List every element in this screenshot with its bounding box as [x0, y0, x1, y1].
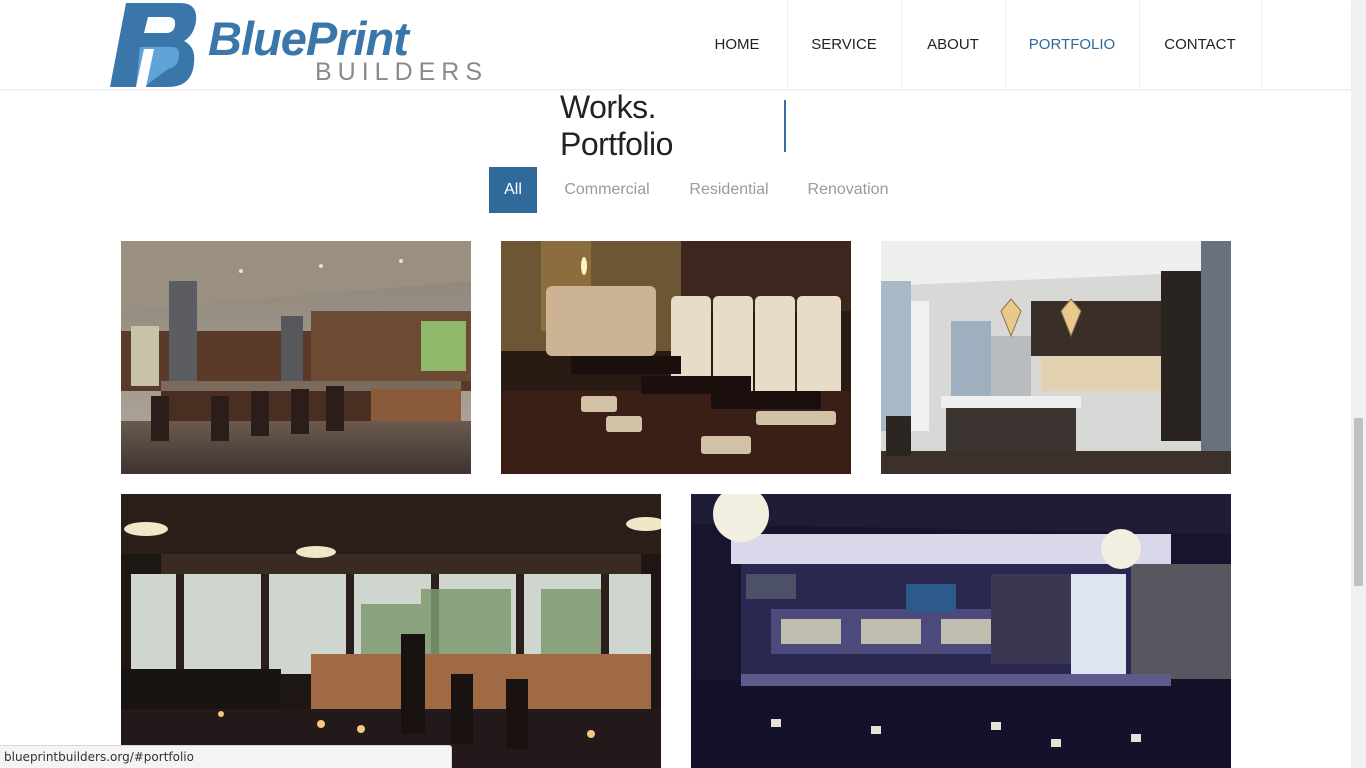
nav-portfolio[interactable]: PORTFOLIO: [1005, 0, 1140, 89]
filter-commercial[interactable]: Commercial: [556, 167, 658, 213]
filter-residential[interactable]: Residential: [683, 167, 775, 213]
scrollbar-thumb[interactable]: [1354, 418, 1363, 586]
nav-home[interactable]: HOME: [687, 0, 788, 89]
portfolio-tile-modern-kitchen[interactable]: [881, 241, 1231, 474]
filter-renovation[interactable]: Renovation: [800, 167, 896, 213]
portfolio-tile-kitchen[interactable]: [121, 241, 471, 474]
nav-contact[interactable]: CONTACT: [1139, 0, 1262, 89]
page-scrollbar[interactable]: [1351, 0, 1366, 768]
nav-about[interactable]: ABOUT: [901, 0, 1006, 89]
booths-photo-image: [501, 241, 851, 474]
kitchen-photo-image: [121, 241, 471, 474]
filter-all[interactable]: All: [489, 167, 537, 213]
portfolio-tile-bar[interactable]: [691, 494, 1231, 768]
main-nav: HOME SERVICE ABOUT PORTFOLIO CONTACT: [0, 0, 1351, 89]
nav-service[interactable]: SERVICE: [787, 0, 902, 89]
site-header: BluePrint BUILDERS HOME SERVICE ABOUT PO…: [0, 0, 1351, 90]
bar-photo-image: [691, 494, 1231, 768]
modern-kitchen-photo-image: [881, 241, 1231, 474]
portfolio-tile-restaurant[interactable]: [121, 494, 661, 768]
restaurant-photo-image: [121, 494, 661, 768]
section-title: Works. Portfolio: [560, 89, 786, 162]
section-title-text: Works. Portfolio: [560, 89, 673, 162]
browser-status-url: blueprintbuilders.org/#portfolio: [0, 745, 452, 768]
portfolio-tile-booths[interactable]: [501, 241, 851, 474]
